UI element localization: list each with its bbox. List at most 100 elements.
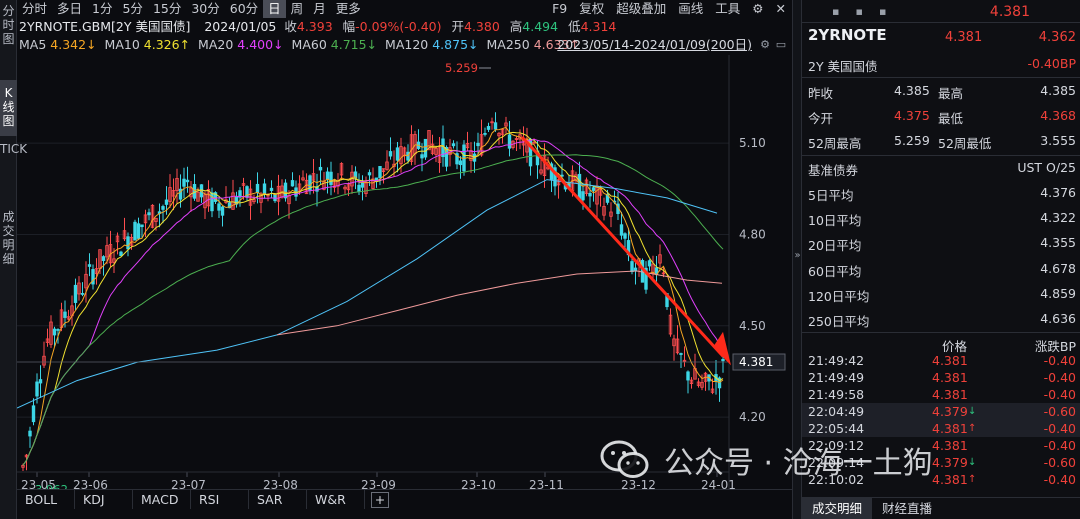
candle-body <box>507 134 512 149</box>
ma5-label: MA5 <box>19 37 47 52</box>
y-tick-label: 4.20 <box>739 410 766 424</box>
panel-bp-change: -0.40BP <box>1027 56 1076 71</box>
add-indicator-icon[interactable]: + <box>371 492 389 508</box>
period-more[interactable]: 更多 <box>331 0 366 18</box>
period-week[interactable]: 周 <box>286 0 309 18</box>
candle-body <box>493 122 498 130</box>
candle-body <box>378 166 382 178</box>
ma120-value: 4.875 <box>432 37 469 52</box>
big-last-price: 4.381 <box>989 4 1030 20</box>
period-5min[interactable]: 5分 <box>117 0 147 18</box>
candle-body <box>56 329 60 331</box>
period-60min[interactable]: 60分 <box>225 0 263 18</box>
candle-body <box>325 171 330 180</box>
candle-body <box>119 251 123 257</box>
minimize-icon[interactable]: ▭ <box>774 38 788 52</box>
expand-icon[interactable]: ▪ <box>855 5 862 18</box>
menu-icon[interactable]: ▪ <box>879 5 886 18</box>
trade-table-header: 价格 涨跌BP <box>802 334 1080 354</box>
close-icon[interactable]: ✕ <box>770 0 792 18</box>
candle-body <box>161 206 165 210</box>
candle-body <box>147 212 151 216</box>
candle-body <box>360 181 365 188</box>
candle-body <box>633 267 638 271</box>
ma120-arrow: ↓ <box>468 37 479 52</box>
kline-chart-svg[interactable]: 5.104.804.504.2023-05 23-06 23-07 23-08 23-0… <box>16 55 792 497</box>
candle-body <box>423 138 428 158</box>
trade-bp: -0.40 <box>1043 387 1076 402</box>
overlay-button[interactable]: 超级叠加 <box>610 0 672 18</box>
trade-price: 4.379 <box>932 404 968 419</box>
tab-kdj[interactable]: KDJ <box>75 490 133 509</box>
trade-price: 4.381 <box>932 370 968 385</box>
f9-button[interactable]: F9 <box>546 0 573 18</box>
candle-body <box>126 236 130 250</box>
vtab-kline[interactable]: K线图 <box>0 80 17 136</box>
tab-macd[interactable]: MACD <box>133 490 191 509</box>
vtab-trade-detail[interactable]: 成交明细 <box>0 206 17 276</box>
candle-body <box>367 172 372 176</box>
trade-time: 22:04:49 <box>808 404 865 419</box>
quote-value: 4.385 <box>894 83 930 98</box>
period-1min[interactable]: 1分 <box>87 0 117 18</box>
tab-boll[interactable]: BOLL <box>17 490 75 509</box>
y-tick-label: 5.10 <box>739 136 766 150</box>
divider-line <box>802 22 1080 23</box>
period-day[interactable]: 日 <box>263 0 286 18</box>
bench-label: 基准债券 <box>808 163 859 178</box>
vtab-tick[interactable]: TICK <box>0 136 27 206</box>
change-value: -0.09%(-0.40) <box>355 19 442 34</box>
candle-body <box>255 183 260 193</box>
change-label: 幅 <box>342 19 356 34</box>
trend-arrow-line <box>520 136 725 358</box>
trade-bp: -0.40 <box>1043 438 1076 453</box>
tab-sar[interactable]: SAR <box>249 490 307 509</box>
collapse-arrow-icon[interactable]: » <box>793 250 802 261</box>
candle-body <box>581 191 585 201</box>
indicator-tabs: BOLL KDJ MACD RSI SAR W&R + <box>17 489 792 509</box>
tab-wr[interactable]: W&R <box>307 490 365 509</box>
vtab-timeshare[interactable]: 分时图 <box>0 0 17 54</box>
period-month[interactable]: 月 <box>308 0 331 18</box>
quote-label: 今开 <box>808 111 834 126</box>
low-value: 4.314 <box>580 19 617 34</box>
avg-label: 5日平均 <box>808 188 854 203</box>
candle-body <box>588 192 592 197</box>
candle-body <box>269 187 274 191</box>
avg-row: 60日平均 4.678 <box>802 256 1080 281</box>
quote-date: 2024/01/05 <box>204 19 277 34</box>
panel-bottom-tabs: 成交明细 财经直播 <box>802 497 1080 519</box>
trade-price: 4.381 <box>932 472 968 487</box>
trade-time: 21:49:49 <box>808 370 865 385</box>
high-value: 4.494 <box>522 19 559 34</box>
period-15min[interactable]: 15分 <box>148 0 186 18</box>
candle-body <box>318 166 323 171</box>
quote-label: 昨收 <box>808 86 834 101</box>
kline-chart[interactable]: 5.10 4.80 4.50 4.20 23-05 23-06 23-07 23-08 23-0… <box>16 55 792 497</box>
trade-price: 4.381 <box>932 421 968 436</box>
ma-legend: MA5 4.342↓ MA10 4.326↑ MA20 4.400↓ MA60 … <box>17 36 792 54</box>
date-range-selector[interactable]: 2023/05/14-2024/01/09(200日) <box>557 36 752 54</box>
candle-body <box>217 203 221 211</box>
up-arrow-icon: ↑ <box>968 423 977 434</box>
candle-body <box>262 183 267 194</box>
candle-body <box>395 147 400 161</box>
tab-rsi[interactable]: RSI <box>191 490 249 509</box>
avg-row: 250日平均 4.636 <box>802 306 1080 331</box>
gear-icon[interactable]: ⚙ <box>746 0 769 18</box>
period-30min[interactable]: 30分 <box>186 0 224 18</box>
adjust-button[interactable]: 复权 <box>573 0 610 18</box>
period-multiday[interactable]: 多日 <box>52 0 87 18</box>
trade-bp: -0.40 <box>1043 353 1076 368</box>
candle-body <box>136 223 141 239</box>
pin-icon[interactable]: ▪ <box>832 5 839 18</box>
draw-line-button[interactable]: 画线 <box>672 0 709 18</box>
vertical-tab-strip: 分时图 K线图 TICK 成交明细 <box>0 0 27 519</box>
tools-button[interactable]: 工具 <box>709 0 746 18</box>
tab-trade-detail[interactable]: 成交明细 <box>802 498 873 519</box>
bench-row: 基准债券 UST O/25 <box>802 155 1080 180</box>
period-timeshare[interactable]: 分时 <box>17 0 52 18</box>
settings-icon[interactable]: ⚙ <box>758 38 772 52</box>
tab-finance-live[interactable]: 财经直播 <box>872 498 942 519</box>
candle-body <box>591 187 596 191</box>
